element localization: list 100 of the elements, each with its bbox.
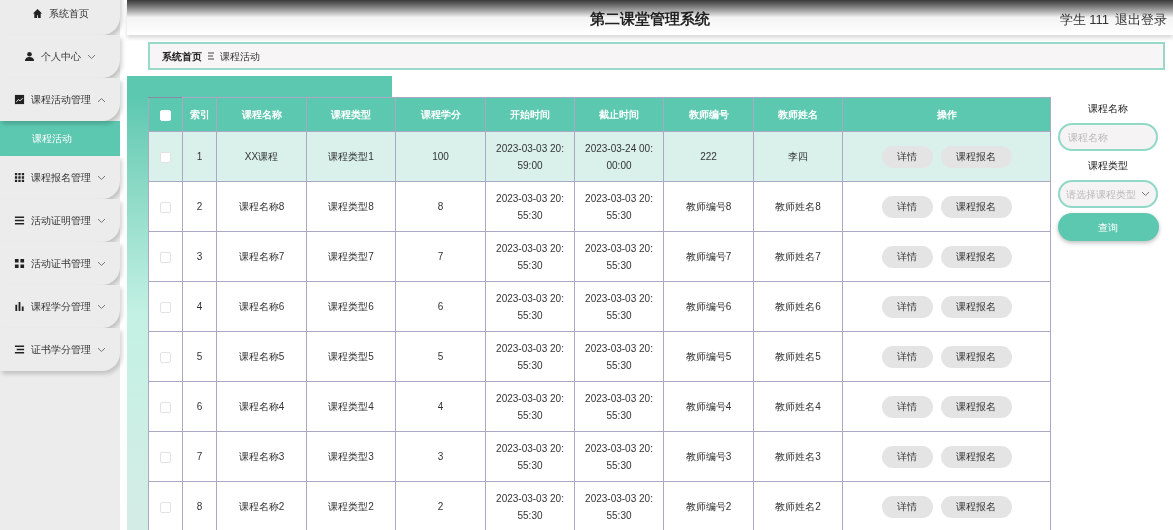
sidebar-item[interactable]: 课程报名管理	[0, 156, 120, 199]
table-row[interactable]: 6 课程名称4 课程类型4 4 2023-03-03 20:55:30 2023-03-03 20:55:30 教师编号4 教师姓名4 详情 课程报名	[148, 381, 1051, 432]
user-name: 学生 111	[1059, 10, 1109, 29]
user-icon	[24, 51, 35, 62]
table-row[interactable]: 8 课程名称2 课程类型2 2 2023-03-03 20:55:30 2023-03-03 20:55:30 教师编号2 教师姓名2 详情 课程报名	[148, 481, 1051, 530]
grid-icon	[14, 172, 25, 183]
table-row[interactable]: 3 课程名称7 课程类型7 7 2023-03-03 20:55:30 2023-03-03 20:55:30 教师编号7 教师姓名7 详情 课程报名	[148, 231, 1051, 282]
column-header: 教师姓名	[778, 109, 818, 120]
details-button[interactable]: 详情	[881, 195, 933, 218]
lines-icon	[14, 215, 25, 226]
table-cell-text: 2023-03-03 20:55:30	[495, 491, 565, 523]
logout-link[interactable]: 退出登录	[1115, 9, 1167, 30]
table-cell-text: 2023-03-03 20:55:30	[495, 291, 565, 323]
table-cell: 教师姓名5	[775, 351, 821, 362]
table-cell: 课程类型4	[328, 401, 374, 412]
table-cell: 课程类型7	[328, 251, 374, 262]
sidebar-item[interactable]: 课程活动管理	[0, 78, 120, 121]
table-cell: 教师姓名6	[775, 301, 821, 312]
table-cell: 100	[432, 151, 449, 162]
checkbox[interactable]	[160, 401, 171, 413]
table-cell-text: 2023-03-03 20:55:30	[495, 341, 565, 373]
table-cell-text: 2023-03-03 20:55:30	[584, 441, 654, 473]
checkbox[interactable]	[160, 501, 171, 513]
table-cell-text: 2023-03-24 00:00:00	[584, 141, 654, 173]
column-header: 操作	[936, 109, 957, 120]
enroll-button[interactable]: 课程报名	[940, 445, 1012, 468]
table-cell: 课程类型3	[328, 451, 374, 462]
home-icon	[31, 8, 43, 19]
table-cell: 教师姓名8	[775, 201, 821, 212]
table-cell: 教师姓名7	[775, 251, 821, 262]
table-cell: 教师姓名4	[775, 401, 821, 412]
details-button[interactable]: 详情	[881, 395, 933, 418]
details-button[interactable]: 详情	[881, 145, 933, 168]
table-cell: 4	[437, 401, 444, 412]
enroll-button[interactable]: 课程报名	[940, 245, 1012, 268]
table-cell: 课程名称3	[238, 451, 285, 462]
breadcrumb-link[interactable]: 系统首页	[162, 48, 202, 64]
sidebar-item[interactable]: 个人中心	[0, 35, 120, 78]
table-cell: 课程名称2	[238, 501, 285, 512]
enroll-button[interactable]: 课程报名	[940, 145, 1012, 168]
details-button[interactable]: 详情	[881, 345, 933, 368]
enroll-button[interactable]: 课程报名	[940, 345, 1012, 368]
table-cell: 8	[437, 201, 444, 212]
table-row[interactable]: 7 课程名称3 课程类型3 3 2023-03-03 20:55:30 2023-03-03 20:55:30 教师编号3 教师姓名3 详情 课程报名	[148, 431, 1051, 482]
table-row[interactable]: 1 XX课程 课程类型1 100 2023-03-03 20:59:00 2023-03-24 00:00:00 222 李四 详情 课程报名	[148, 131, 1051, 182]
checkbox[interactable]	[160, 351, 171, 363]
table-row[interactable]: 4 课程名称6 课程类型6 6 2023-03-03 20:55:30 2023-03-03 20:55:30 教师编号6 教师姓名6 详情 课程报名	[148, 281, 1051, 332]
chart-icon	[14, 94, 25, 105]
checkbox[interactable]	[160, 251, 171, 263]
table-row[interactable]: 2 课程名称8 课程类型8 8 2023-03-03 20:55:30 2023-03-03 20:55:30 教师编号8 教师姓名8 详情 课程报名	[148, 181, 1051, 232]
sidebar-item[interactable]: 课程学分管理	[0, 285, 120, 328]
table-cell: 教师编号8	[685, 201, 732, 212]
table-cell: 教师编号4	[685, 401, 732, 412]
table-cell: 7	[437, 251, 444, 262]
table-cell: 课程类型6	[328, 301, 374, 312]
table-cell-text: 2023-03-03 20:55:30	[584, 491, 654, 523]
table-cell: 课程名称7	[238, 251, 285, 262]
breadcrumb-item: 课程活动	[220, 49, 260, 64]
table-cell-text: 2023-03-03 20:55:30	[584, 241, 654, 273]
table-cell: 4	[196, 301, 203, 312]
table-cell: 课程名称6	[238, 301, 285, 312]
table-cell-text: 2023-03-03 20:55:30	[584, 191, 654, 223]
table-cell: 课程类型5	[328, 351, 374, 362]
checkbox[interactable]	[160, 301, 171, 313]
table-cell: 课程名称4	[238, 401, 285, 412]
table-cell: 教师编号5	[685, 351, 732, 362]
table-cell: 课程类型1	[328, 151, 374, 162]
sidebar-item[interactable]: 活动证明管理	[0, 199, 120, 242]
details-button[interactable]: 详情	[881, 295, 933, 318]
table-cell: 教师姓名2	[775, 501, 821, 512]
checkbox[interactable]	[160, 151, 171, 163]
table-row[interactable]: 5 课程名称5 课程类型5 5 2023-03-03 20:55:30 2023-03-03 20:55:30 教师编号5 教师姓名5 详情 课程报名	[148, 331, 1051, 382]
column-header: 开始时间	[510, 109, 550, 120]
enroll-button[interactable]: 课程报名	[940, 295, 1012, 318]
table-cell: XX课程	[244, 151, 279, 162]
table-cell-text: 2023-03-03 20:55:30	[495, 241, 565, 273]
checkbox[interactable]	[160, 201, 171, 213]
table-cell: 教师编号7	[685, 251, 732, 262]
column-header: 索引	[189, 109, 210, 120]
chevron-icon	[1141, 191, 1150, 197]
details-button[interactable]: 详情	[881, 495, 933, 518]
table-cell-text: 2023-03-03 20:55:30	[584, 391, 654, 423]
checkbox[interactable]	[160, 451, 171, 463]
enroll-button[interactable]: 课程报名	[940, 395, 1012, 418]
table-cell: 2	[437, 501, 444, 512]
sidebar-item[interactable]: 系统首页	[0, 0, 120, 35]
bar-chart-icon	[14, 301, 25, 312]
details-button[interactable]: 详情	[881, 245, 933, 268]
details-button[interactable]: 详情	[881, 445, 933, 468]
table-cell: 教师编号2	[685, 501, 732, 512]
sidebar-item[interactable]: 活动证书管理	[0, 242, 120, 285]
field-label: 课程类型	[1088, 159, 1128, 173]
app-title: 第二课堂管理系统	[590, 9, 710, 29]
table-cell: 3	[196, 251, 203, 262]
table-cell: 6	[196, 401, 203, 412]
enroll-button[interactable]: 课程报名	[940, 195, 1012, 218]
table-cell-text: 2023-03-03 20:55:30	[584, 341, 654, 373]
table-cell-text: 2023-03-03 20:55:30	[495, 441, 565, 473]
enroll-button[interactable]: 课程报名	[940, 495, 1012, 518]
sidebar-item[interactable]: 证书学分管理	[0, 328, 120, 371]
